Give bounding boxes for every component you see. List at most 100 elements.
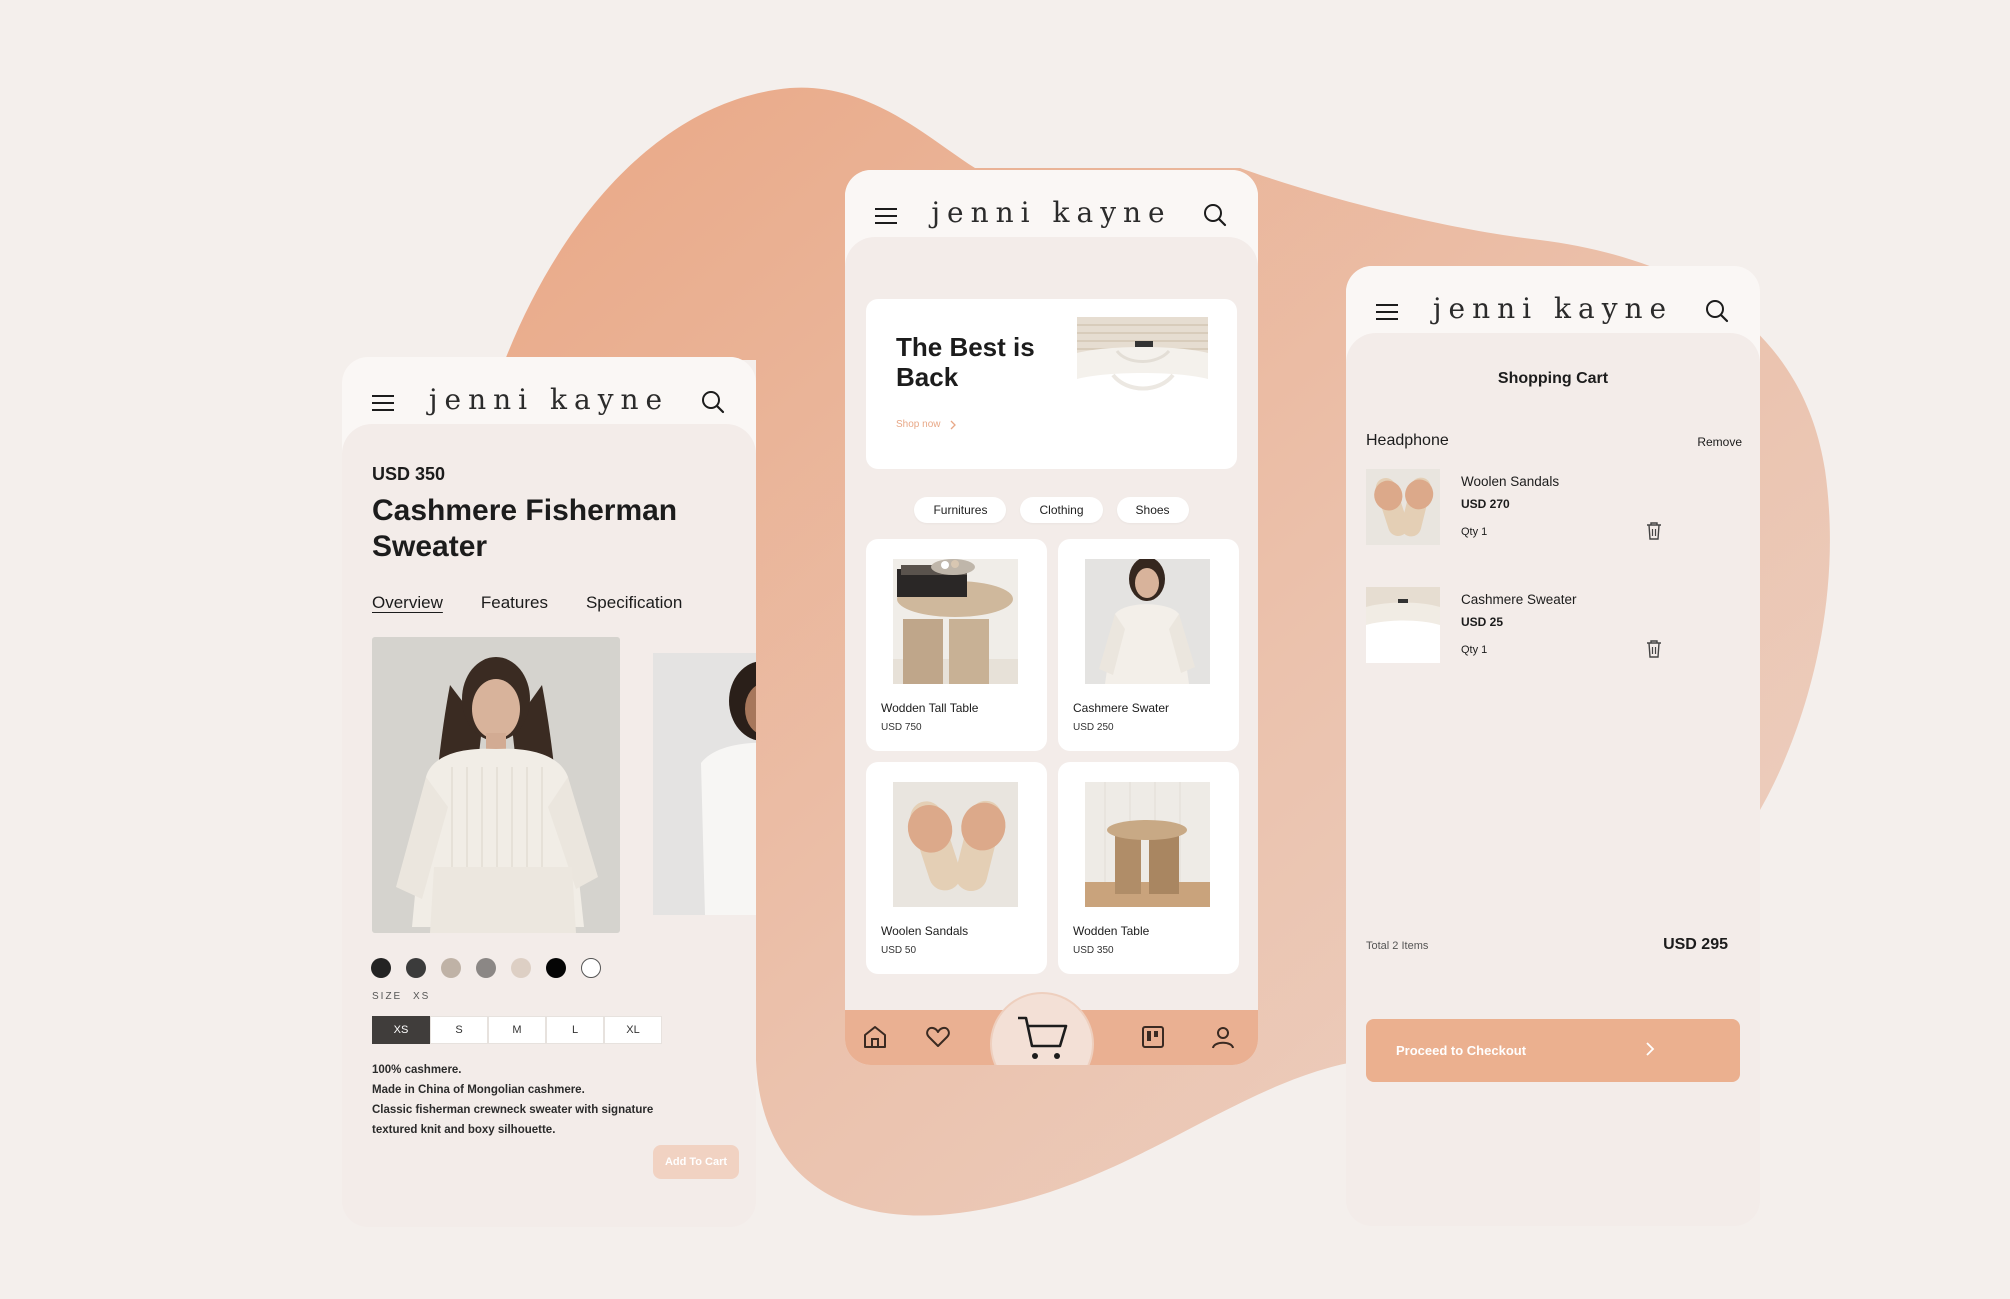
chip-shoes[interactable]: Shoes (1116, 497, 1189, 523)
size-l-button[interactable]: L (546, 1016, 604, 1044)
sweater-model-image (1085, 559, 1210, 684)
cart-item-thumbnail (1366, 587, 1440, 663)
app-header: jenni kayne (845, 170, 1258, 267)
home-icon[interactable] (861, 1023, 889, 1051)
app-header: jenni kayne (342, 357, 756, 454)
cart-item-qty[interactable]: Qty 1 (1461, 526, 1487, 538)
product-image (893, 559, 1018, 684)
hero-image (1077, 317, 1208, 451)
product-grid: Wodden Tall Table USD 750 Cashmere Swate… (866, 539, 1239, 974)
add-to-cart-button[interactable]: Add To Cart (653, 1145, 739, 1179)
product-name: Woolen Sandals (881, 924, 969, 938)
hero-title: The Best is Back (896, 332, 1035, 392)
swatch-5[interactable] (511, 958, 531, 978)
description-line: 100% cashmere. (372, 1064, 462, 1076)
trash-icon[interactable] (1645, 521, 1663, 541)
selected-size-text: XS (413, 991, 431, 1002)
product-detail-screen: jenni kayne USD 350 Cashmere Fisherman S… (342, 357, 756, 1227)
sandals-image (1366, 469, 1440, 545)
swatch-7[interactable] (581, 958, 601, 978)
swatch-2[interactable] (406, 958, 426, 978)
brand-logo: jenni kayne (1432, 292, 1674, 325)
chevron-right-icon (1646, 1042, 1655, 1056)
product-photo-secondary[interactable] (653, 653, 756, 915)
product-price: USD 350 (1073, 945, 1114, 956)
cart-item: Woolen Sandals USD 270 Qty 1 (1366, 469, 1736, 549)
chevron-right-icon (951, 420, 957, 429)
checkout-label: Proceed to Checkout (1396, 1043, 1527, 1058)
wooden-stool-image (1085, 782, 1210, 907)
search-icon[interactable] (1704, 298, 1730, 324)
product-card[interactable]: Wodden Table USD 350 (1058, 762, 1239, 974)
tab-overview[interactable]: Overview (372, 593, 443, 613)
detail-tabs: Overview Features Specification (372, 593, 682, 613)
product-image (1085, 782, 1210, 907)
cart-item: Cashmere Sweater USD 25 Qty 1 (1366, 587, 1736, 667)
size-xs-button[interactable]: XS (372, 1016, 430, 1044)
hero-banner[interactable]: The Best is Back Shop now (866, 299, 1237, 469)
product-name: Cashmere Swater (1073, 701, 1170, 715)
product-price: USD 50 (881, 945, 917, 956)
brand-logo: jenni kayne (931, 196, 1172, 229)
swatch-3[interactable] (441, 958, 461, 978)
product-price: USD 750 (881, 722, 922, 733)
swatch-4[interactable] (476, 958, 496, 978)
shop-now-link[interactable]: Shop now (896, 419, 957, 430)
cart-icon (1018, 1016, 1068, 1059)
product-image (893, 782, 1018, 907)
total-items-label: Total 2 Items (1366, 940, 1429, 952)
home-screen: jenni kayne The Best is Back Shop now Fu… (845, 170, 1258, 1065)
total-amount: USD 295 (1663, 936, 1728, 953)
product-card[interactable]: Wodden Tall Table USD 750 (866, 539, 1047, 751)
sandals-image (893, 782, 1018, 907)
remove-link[interactable]: Remove (1697, 435, 1742, 449)
cart-item-price: USD 270 (1461, 497, 1510, 511)
cart-title: Shopping Cart (1497, 370, 1609, 387)
product-photo-main[interactable] (372, 637, 620, 933)
brand-logo: jenni kayne (428, 383, 670, 416)
product-name: Wodden Table (1073, 924, 1150, 938)
product-card[interactable]: Woolen Sandals USD 50 (866, 762, 1047, 974)
tab-features[interactable]: Features (481, 593, 548, 613)
sweater-model-image (372, 637, 620, 933)
trash-icon[interactable] (1645, 639, 1663, 659)
folded-sweaters-image (1366, 587, 1440, 663)
cart-button[interactable] (990, 992, 1094, 1065)
description-line: textured knit and boxy silhouette. (372, 1124, 556, 1136)
product-name: Wodden Tall Table (881, 701, 979, 715)
size-m-button[interactable]: M (488, 1016, 546, 1044)
size-label-text: SIZE (372, 991, 403, 1002)
chip-clothing[interactable]: Clothing (1020, 497, 1103, 523)
shop-now-label: Shop now (896, 419, 941, 430)
search-icon[interactable] (700, 389, 726, 415)
heart-icon[interactable] (924, 1023, 952, 1051)
sweater-model-image-2 (653, 653, 756, 915)
tab-specification[interactable]: Specification (586, 593, 682, 613)
product-image (1085, 559, 1210, 684)
description-line: Made in China of Mongolian cashmere. (372, 1084, 585, 1096)
user-icon[interactable] (1209, 1023, 1237, 1051)
size-xl-button[interactable]: XL (604, 1016, 662, 1044)
cart-section-title: Headphone (1366, 432, 1449, 449)
product-title: Cashmere Fisherman Sweater (372, 494, 678, 563)
swatch-1[interactable] (371, 958, 391, 978)
color-swatches (371, 958, 601, 978)
folded-sweaters-image (1077, 317, 1208, 451)
product-description: 100% cashmere. Made in China of Mongolia… (372, 1060, 702, 1140)
proceed-to-checkout-button[interactable]: Proceed to Checkout (1366, 1019, 1740, 1082)
cart-item-qty[interactable]: Qty 1 (1461, 644, 1487, 656)
cart-item-thumbnail (1366, 469, 1440, 545)
cart-item-name: Woolen Sandals (1461, 474, 1560, 489)
product-card[interactable]: Cashmere Swater USD 250 (1058, 539, 1239, 751)
swatch-6[interactable] (546, 958, 566, 978)
cart-item-name: Cashmere Sweater (1461, 592, 1577, 607)
board-icon[interactable] (1139, 1023, 1167, 1051)
cart-screen: jenni kayne Shopping Cart Headphone Remo… (1346, 266, 1760, 1226)
search-icon[interactable] (1202, 202, 1228, 228)
size-s-button[interactable]: S (430, 1016, 488, 1044)
chip-furnitures[interactable]: Furnitures (914, 497, 1007, 523)
size-selector: XS S M L XL (372, 1016, 662, 1044)
category-chips: Furnitures Clothing Shoes (845, 497, 1258, 523)
description-line: Classic fisherman crewneck sweater with … (372, 1104, 654, 1116)
tall-table-image (893, 559, 1018, 684)
